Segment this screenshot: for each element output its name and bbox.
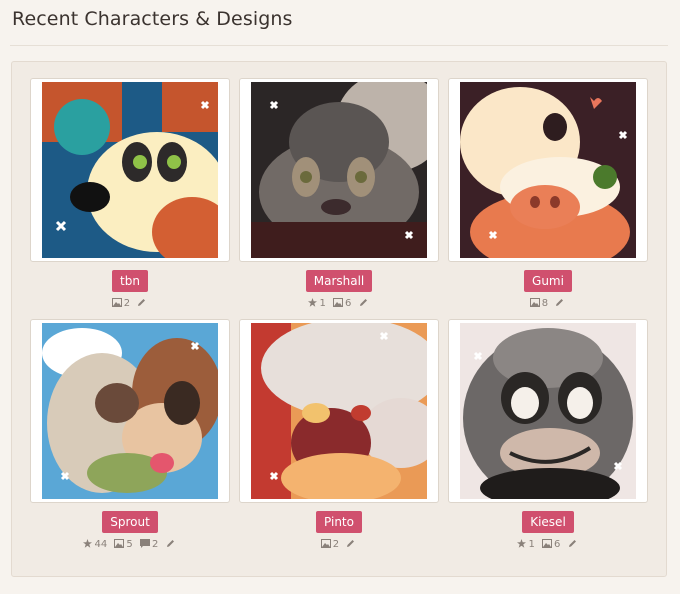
- section-heading: Recent Characters & Designs: [12, 8, 293, 30]
- favorites-stat: 44: [83, 539, 107, 550]
- character-stats: 2: [30, 298, 230, 309]
- character-card-marshall: Marshall 1 6: [239, 78, 439, 309]
- character-art-tbn: [42, 82, 218, 258]
- character-art-gumi: [460, 82, 636, 258]
- pencil-icon: [346, 539, 357, 550]
- character-name-link[interactable]: Gumi: [524, 270, 572, 292]
- images-stat: 2: [320, 539, 339, 550]
- image-icon: [320, 539, 331, 548]
- character-name-link[interactable]: Pinto: [316, 511, 362, 533]
- pencil-icon: [359, 298, 370, 309]
- pencil-icon: [568, 539, 579, 550]
- image-icon: [529, 298, 540, 307]
- character-name-link[interactable]: Kiesel: [522, 511, 574, 533]
- divider: [10, 45, 668, 46]
- star-icon: [517, 539, 527, 548]
- comment-icon: [139, 539, 150, 548]
- image-icon: [542, 539, 552, 548]
- character-stats: 1 6: [239, 298, 439, 309]
- star-icon: [308, 298, 318, 307]
- character-card-pinto: Pinto 2: [239, 319, 439, 550]
- character-thumbnail[interactable]: [448, 319, 648, 503]
- character-card-sprout: Sprout 44 5 2: [30, 319, 230, 550]
- character-thumbnail[interactable]: [448, 78, 648, 262]
- characters-panel: tbn 2 Marshall 1 6 Gumi 8 Sprout 44 5 2 …: [11, 61, 667, 577]
- images-stat: 6: [333, 298, 351, 309]
- pencil-icon: [555, 298, 566, 309]
- favorites-stat: 1: [517, 539, 535, 550]
- character-card-tbn: tbn 2: [30, 78, 230, 309]
- character-art-kiesel: [460, 323, 636, 499]
- character-stats: 1 6: [448, 539, 648, 550]
- character-card-kiesel: Kiesel 1 6: [448, 319, 648, 550]
- character-art-marshall: [251, 82, 427, 258]
- comments-stat: 2: [139, 539, 158, 550]
- character-name-link[interactable]: Sprout: [102, 511, 158, 533]
- character-stats: 2: [239, 539, 439, 550]
- character-name-link[interactable]: Marshall: [305, 270, 373, 292]
- image-icon: [333, 298, 343, 307]
- character-thumbnail[interactable]: [30, 319, 230, 503]
- character-art-sprout: [42, 323, 218, 499]
- images-stat: 6: [542, 539, 560, 550]
- star-icon: [83, 539, 93, 548]
- character-name-link[interactable]: tbn: [112, 270, 148, 292]
- character-thumbnail[interactable]: [239, 78, 439, 262]
- pencil-icon: [137, 298, 148, 309]
- character-art-pinto: [251, 323, 427, 499]
- character-card-gumi: Gumi 8: [448, 78, 648, 309]
- images-stat: 2: [111, 298, 130, 309]
- character-thumbnail[interactable]: [30, 78, 230, 262]
- images-stat: 8: [529, 298, 548, 309]
- favorites-stat: 1: [308, 298, 326, 309]
- image-icon: [114, 539, 125, 548]
- pencil-icon: [166, 539, 177, 550]
- character-stats: 8: [448, 298, 648, 309]
- images-stat: 5: [114, 539, 133, 550]
- character-stats: 44 5 2: [30, 539, 230, 550]
- character-thumbnail[interactable]: [239, 319, 439, 503]
- image-icon: [111, 298, 122, 307]
